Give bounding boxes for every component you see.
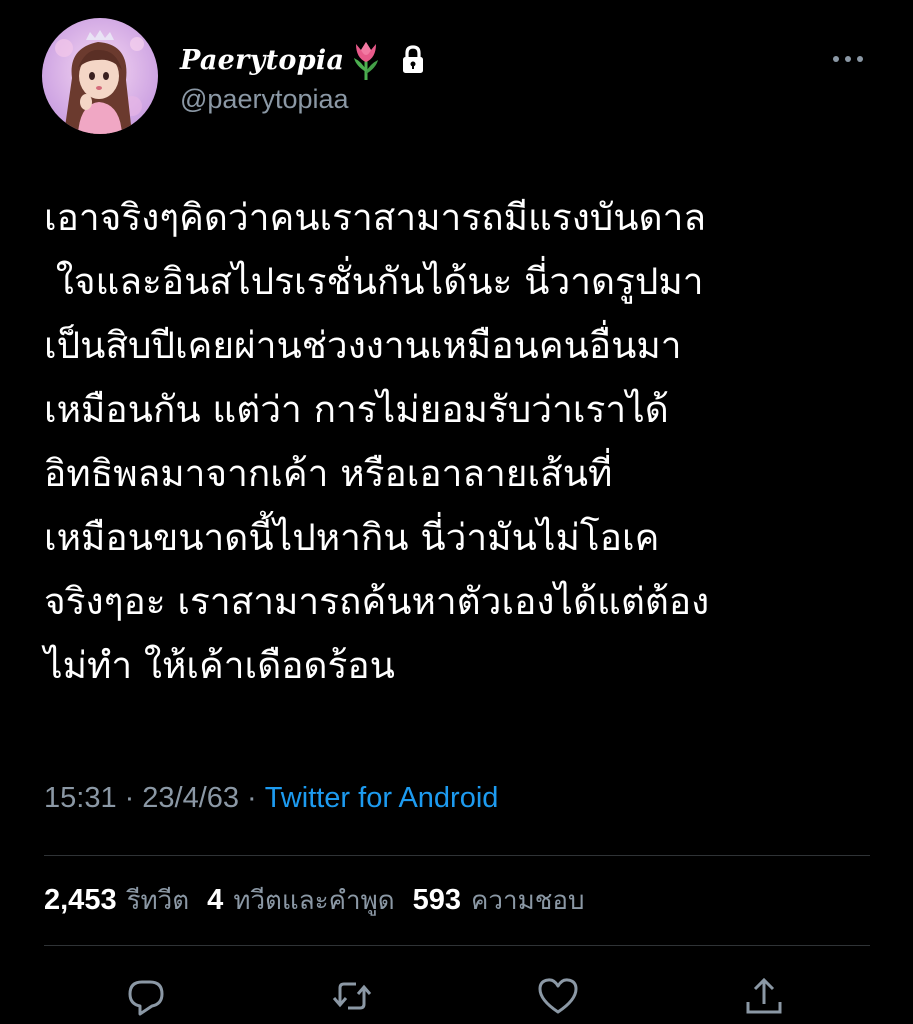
lock-icon [398,43,428,77]
retweets-label[interactable]: รีทวีต [127,880,190,921]
tweet-header: Paerytopia @paerytopiaa [42,18,872,134]
divider [44,855,870,856]
tweet-source-link[interactable]: Twitter for Android [265,782,499,815]
tulip-icon [348,38,384,82]
retweet-icon[interactable] [330,974,374,1018]
tweet-text: เอาจริงๆคิดว่าคนเราสามารถมีแรงบันดาล ใจแ… [44,196,710,687]
heart-icon[interactable] [536,974,580,1018]
retweets-count[interactable]: 2,453 [44,884,117,917]
meta-separator: · [247,782,257,814]
tweet-stats: 2,453 รีทวีต 4 ทวีตและคำพูด 593 ความชอบ [44,880,603,921]
avatar[interactable] [42,18,158,134]
handle[interactable]: @paerytopiaa [180,84,349,115]
likes-label[interactable]: ความชอบ [471,880,585,921]
reply-icon[interactable] [124,974,168,1018]
likes-count[interactable]: 593 [413,884,461,917]
name-row: Paerytopia [180,38,428,82]
tweet-date[interactable]: 23/4/63 [142,782,239,815]
display-name[interactable]: Paerytopia [180,45,344,76]
more-horizontal-icon[interactable] [830,50,866,62]
meta-separator: · [124,782,135,814]
share-icon[interactable] [742,974,786,1018]
tweet-time[interactable]: 15:31 [44,782,117,815]
quotes-label[interactable]: ทวีตและคำพูด [233,880,394,921]
divider [44,945,870,946]
quotes-count[interactable]: 4 [207,884,223,917]
tweet-meta: 15:31 · 23/4/63 · Twitter for Android [44,782,498,815]
action-bar [0,968,913,1024]
